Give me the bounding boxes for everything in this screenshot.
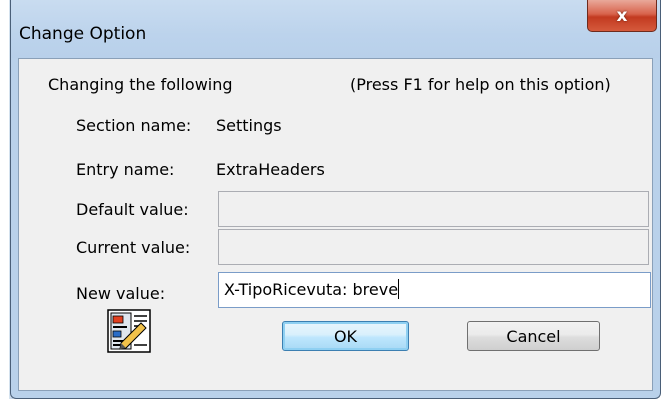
entry-name-label: Entry name: — [76, 160, 175, 179]
title-bar[interactable]: Change Option x — [11, 0, 660, 58]
changing-label: Changing the following — [48, 75, 233, 94]
new-value-label: New value: — [76, 284, 166, 303]
entry-name-value: ExtraHeaders — [216, 160, 325, 179]
section-name-label: Section name: — [76, 116, 192, 135]
new-value-text: X-TipoRicevuta: breve — [224, 280, 399, 299]
default-value-field — [218, 191, 649, 227]
close-icon: x — [616, 5, 628, 26]
ok-button[interactable]: OK — [282, 321, 409, 351]
new-value-input[interactable]: X-TipoRicevuta: breve — [218, 272, 651, 308]
document-edit-icon[interactable] — [107, 309, 151, 353]
dialog-content: Changing the following (Press F1 for hel… — [18, 58, 653, 391]
current-value-field — [218, 229, 649, 265]
default-value-label: Default value: — [76, 200, 189, 219]
close-button[interactable]: x — [587, 0, 657, 32]
section-name-value: Settings — [216, 116, 282, 135]
text-caret — [398, 279, 400, 299]
current-value-label: Current value: — [76, 238, 191, 257]
help-hint: (Press F1 for help on this option) — [350, 75, 611, 94]
cancel-button[interactable]: Cancel — [467, 321, 600, 351]
change-option-dialog: Change Option x Changing the following (… — [10, 0, 661, 399]
window-title: Change Option — [19, 24, 147, 44]
